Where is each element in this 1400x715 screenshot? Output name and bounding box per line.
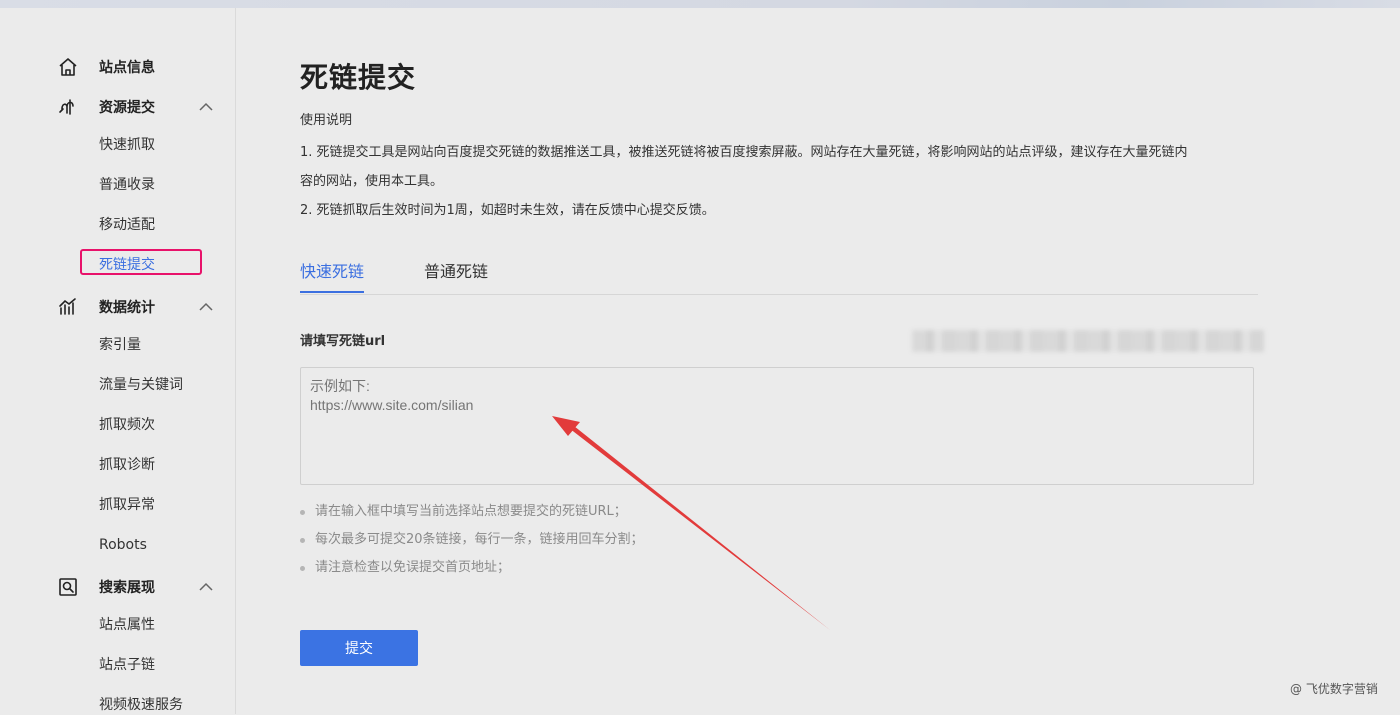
resource-submit-icon [59,99,74,115]
tab-bar: 快速死链 普通死链 [300,256,1258,295]
sidebar-group-site-info[interactable]: 站点信息 [58,55,218,79]
sidebar-item-mobile-adapt[interactable]: 移动适配 [99,215,155,235]
sidebar-item-fast-crawl[interactable]: 快速抓取 [99,135,155,155]
url-field-label: 请填写死链url [300,334,386,349]
instructions-line: 2. 死链抓取后生效时间为1周，如超时未生效，请在反馈中心提交反馈。 [300,203,715,218]
sidebar-item-normal-index[interactable]: 普通收录 [99,175,155,195]
tab-fast-dead-link[interactable]: 快速死链 [300,260,364,293]
chevron-up-icon[interactable] [198,579,214,595]
chevron-up-icon[interactable] [198,299,214,315]
sidebar-group-label: 数据统计 [99,300,155,316]
sidebar-item-traffic-keywords[interactable]: 流量与关键词 [99,375,183,395]
sidebar-item-crawl-errors[interactable]: 抓取异常 [99,495,155,515]
search-display-icon [59,578,77,596]
tip-item: 请在输入框中填写当前选择站点想要提交的死链URL； [300,498,644,526]
sidebar-group-label: 资源提交 [99,100,155,116]
sidebar-item-crawl-frequency[interactable]: 抓取频次 [99,415,155,435]
sidebar-group-search-display[interactable]: 搜索展现 [58,575,218,599]
dead-link-url-input[interactable] [300,367,1254,485]
tip-item: 请注意检查以免误提交首页地址； [300,554,644,582]
sidebar-item-index-volume[interactable]: 索引量 [99,335,141,355]
instructions-line: 容的网站，使用本工具。 [300,174,444,189]
sidebar-group-resource-submit[interactable]: 资源提交 [58,95,218,119]
sidebar-item-video-fast-service[interactable]: 视频极速服务 [99,695,183,715]
stats-chart-icon [59,298,76,315]
sidebar-item-crawl-diagnosis[interactable]: 抓取诊断 [99,455,155,475]
submit-button[interactable]: 提交 [300,630,418,666]
usage-instructions: 使用说明 1. 死链提交工具是网站向百度提交死链的数据推送工具，被推送死链将被百… [300,111,1260,225]
sidebar-group-label: 搜索展现 [99,580,155,596]
main-content: 死链提交 使用说明 1. 死链提交工具是网站向百度提交死链的数据推送工具，被推送… [236,8,1400,714]
home-icon [59,58,77,76]
chevron-up-icon[interactable] [198,99,214,115]
sidebar-nav: 站点信息 资源提交 快速抓取 普通收录 移动适配 死链提交 数据统计 索引量 流… [0,8,236,714]
sidebar-item-robots[interactable]: Robots [99,535,147,555]
sidebar-group-label: 站点信息 [99,60,155,76]
sidebar-item-dead-link-submit[interactable]: 死链提交 [99,255,155,275]
instructions-heading: 使用说明 [300,113,353,128]
tip-item: 每次最多可提交20条链接，每行一条，链接用回车分割； [300,526,644,554]
top-banner [0,0,1400,8]
sidebar-item-site-sublinks[interactable]: 站点子链 [99,655,155,675]
blurred-site-selector [912,330,1264,352]
sidebar-item-site-attributes[interactable]: 站点属性 [99,615,155,635]
tips-list: 请在输入框中填写当前选择站点想要提交的死链URL； 每次最多可提交20条链接，每… [300,498,644,582]
watermark-text: @ 飞优数字营销 [1290,682,1378,696]
tab-normal-dead-link[interactable]: 普通死链 [424,260,488,293]
sidebar-group-data-stats[interactable]: 数据统计 [58,295,218,319]
instructions-line: 1. 死链提交工具是网站向百度提交死链的数据推送工具，被推送死链将被百度搜索屏蔽… [300,145,1188,160]
page-title: 死链提交 [300,61,417,94]
